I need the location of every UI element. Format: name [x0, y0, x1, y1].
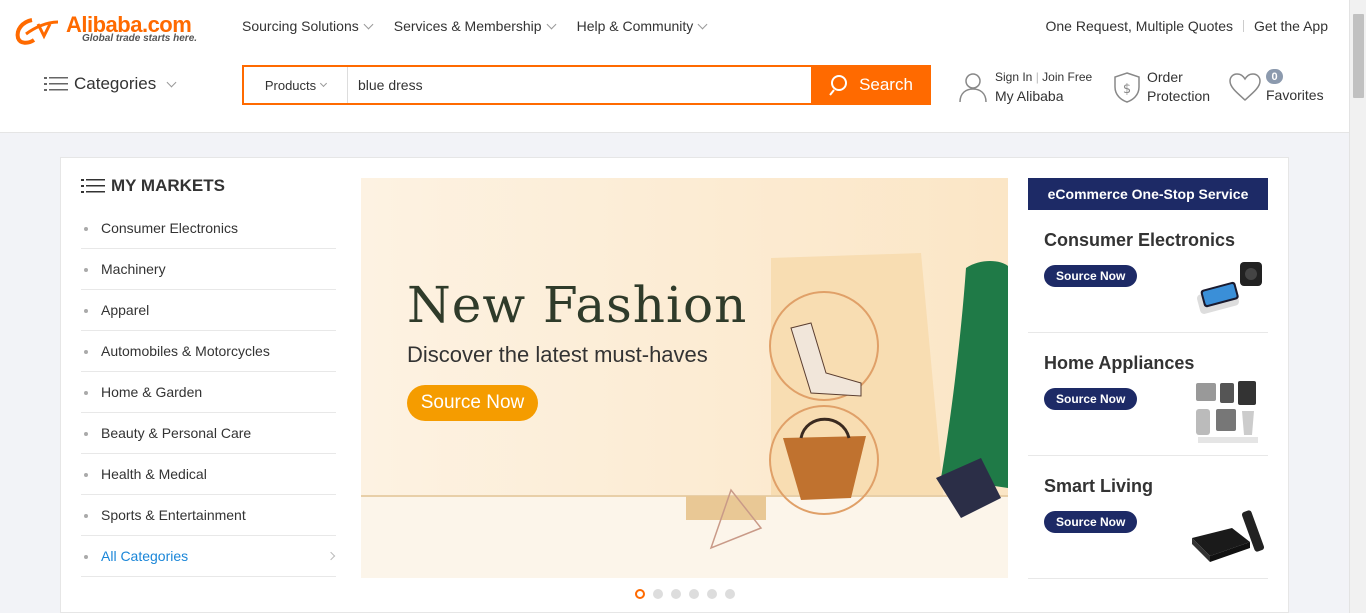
categories-menu[interactable]: Categories [44, 74, 177, 94]
banner-subtitle: Discover the latest must-haves [407, 342, 708, 367]
favorites-count-badge: 0 [1266, 69, 1283, 84]
carousel-dot[interactable] [653, 589, 663, 599]
favorites-label: Favorites [1266, 87, 1324, 103]
nav-label: Sourcing Solutions [242, 18, 359, 34]
my-markets-label: MY MARKETS [111, 176, 225, 195]
user-icon [959, 73, 987, 103]
ecommerce-item-name: Smart Living [1044, 476, 1154, 496]
my-alibaba-label: My Alibaba [995, 88, 1064, 104]
search-button-label: Search [859, 75, 913, 94]
source-now-button[interactable]: Source Now [1044, 511, 1138, 533]
chevron-down-icon [546, 19, 557, 29]
list-icon [81, 179, 105, 193]
categories-label: Categories [74, 74, 157, 93]
nav-sourcing-solutions[interactable]: Sourcing Solutions [242, 18, 374, 34]
carousel-dot[interactable] [707, 589, 717, 599]
search-box: Products [242, 65, 811, 105]
ecommerce-item[interactable]: Consumer Electronics Source Now [1028, 210, 1268, 333]
all-categories-link[interactable]: All Categories [81, 536, 336, 577]
search-category-label: Products [264, 77, 317, 93]
banner-artwork [361, 178, 1008, 578]
main-content: MY MARKETS Consumer Electronics Machiner… [60, 157, 1289, 613]
market-item[interactable]: Machinery [81, 249, 336, 290]
my-markets-title: MY MARKETS [81, 176, 225, 196]
hero-banner[interactable]: New Fashion Discover the latest must-hav… [361, 178, 1008, 578]
divider [1243, 20, 1245, 32]
carousel-dots [635, 589, 735, 599]
order-protection[interactable]: $ Order Protection [1112, 68, 1210, 106]
nav-label: Help & Community [576, 18, 694, 34]
top-links: One Request, Multiple Quotes Get the App [1046, 18, 1329, 34]
nav-help-community[interactable]: Help & Community [576, 18, 708, 34]
join-free-link[interactable]: Join Free [1042, 70, 1092, 84]
banner-title: New Fashion [407, 276, 748, 334]
shield-dollar-icon: $ [1114, 72, 1140, 103]
search-input[interactable] [348, 67, 811, 103]
market-item[interactable]: Health & Medical [81, 454, 336, 495]
markets-list: Consumer Electronics Machinery Apparel A… [81, 208, 336, 577]
market-item[interactable]: Home & Garden [81, 372, 336, 413]
search-bar: Products Search [242, 65, 931, 105]
top-nav: Sourcing Solutions Services & Membership… [242, 18, 728, 34]
ecommerce-item[interactable]: Smart Living Source Now [1028, 456, 1268, 579]
protection-label: Protection [1147, 88, 1211, 104]
carousel-dot[interactable] [635, 589, 645, 599]
all-categories-label: All Categories [101, 548, 189, 564]
home-appliances-image [1196, 381, 1258, 443]
get-app-link[interactable]: Get the App [1254, 18, 1328, 34]
svg-text:$: $ [1123, 82, 1131, 97]
chevron-down-icon [320, 79, 328, 87]
market-item[interactable]: Sports & Entertainment [81, 495, 336, 536]
chevron-down-icon [697, 19, 708, 29]
order-label: Order [1147, 69, 1183, 85]
favorites[interactable]: 0 Favorites [1228, 68, 1324, 105]
chevron-down-icon [363, 19, 374, 29]
chevron-right-icon [326, 551, 336, 561]
heart-icon [1229, 72, 1261, 101]
market-item[interactable]: Automobiles & Motorcycles [81, 331, 336, 372]
ecommerce-item-name: Home Appliances [1044, 353, 1195, 373]
wireless-charger-image [1196, 262, 1262, 314]
carousel-dot[interactable] [671, 589, 681, 599]
sign-in-link[interactable]: Sign In [995, 70, 1032, 84]
account-menu[interactable]: Sign In | Join Free My Alibaba [958, 68, 1092, 106]
scrollbar-thumb[interactable] [1353, 14, 1364, 98]
search-icon [829, 75, 848, 96]
page-scrollbar[interactable] [1349, 0, 1366, 613]
ecommerce-item[interactable]: Home Appliances Source Now [1028, 333, 1268, 456]
search-button[interactable]: Search [811, 65, 931, 105]
source-now-button[interactable]: Source Now [1044, 265, 1138, 287]
search-category-select[interactable]: Products [244, 67, 348, 103]
carousel-dot[interactable] [689, 589, 699, 599]
logo-tagline: Global trade starts here. [82, 33, 198, 44]
ecommerce-panel: eCommerce One-Stop Service Consumer Elec… [1028, 178, 1268, 579]
ecommerce-title: eCommerce One-Stop Service [1028, 178, 1268, 210]
carousel-dot[interactable] [725, 589, 735, 599]
market-item[interactable]: Beauty & Personal Care [81, 413, 336, 454]
list-menu-icon [44, 77, 68, 91]
alibaba-logo-mark-icon [15, 18, 59, 45]
site-header: Alibaba.com Global trade starts here. So… [0, 0, 1349, 133]
market-item[interactable]: Apparel [81, 290, 336, 331]
nav-services-membership[interactable]: Services & Membership [393, 18, 557, 34]
ecommerce-item-name: Consumer Electronics [1044, 230, 1236, 250]
banner-source-now-button[interactable]: Source Now [407, 385, 538, 421]
market-item[interactable]: Consumer Electronics [81, 208, 336, 249]
alibaba-logo[interactable]: Alibaba.com Global trade starts here. [14, 12, 210, 48]
source-now-button[interactable]: Source Now [1044, 388, 1138, 410]
nav-label: Services & Membership [393, 18, 542, 34]
tv-box-image [1192, 510, 1265, 562]
chevron-down-icon [166, 77, 177, 87]
rfq-link[interactable]: One Request, Multiple Quotes [1046, 18, 1234, 34]
